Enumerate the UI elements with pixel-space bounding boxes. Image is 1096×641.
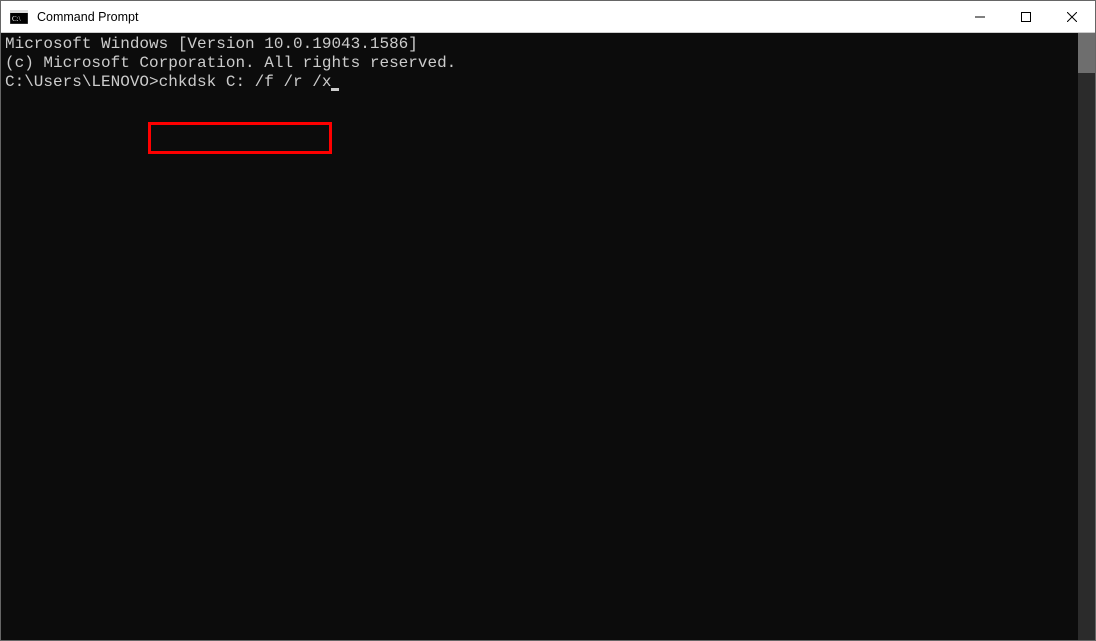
maximize-button[interactable] [1003, 1, 1049, 32]
minimize-icon [975, 12, 985, 22]
window-titlebar[interactable]: C:\ Command Prompt [1, 1, 1095, 33]
svg-text:C:\: C:\ [12, 15, 21, 23]
command-prompt-icon: C:\ [9, 9, 29, 25]
close-icon [1067, 12, 1077, 22]
terminal-output[interactable]: Microsoft Windows [Version 10.0.19043.15… [1, 33, 1078, 640]
text-cursor [331, 88, 339, 91]
copyright-line: (c) Microsoft Corporation. All rights re… [5, 54, 1074, 73]
window-title: Command Prompt [37, 10, 138, 24]
close-button[interactable] [1049, 1, 1095, 32]
typed-command: chkdsk C: /f /r /x [159, 73, 332, 91]
minimize-button[interactable] [957, 1, 1003, 32]
version-line: Microsoft Windows [Version 10.0.19043.15… [5, 35, 1074, 54]
prompt-path: C:\Users\LENOVO> [5, 73, 159, 91]
terminal-wrapper: Microsoft Windows [Version 10.0.19043.15… [1, 33, 1095, 640]
maximize-icon [1021, 12, 1031, 22]
scrollbar-thumb[interactable] [1078, 33, 1095, 73]
prompt-line: C:\Users\LENOVO>chkdsk C: /f /r /x [5, 73, 1074, 92]
vertical-scrollbar[interactable] [1078, 33, 1095, 640]
window-controls [957, 1, 1095, 32]
command-prompt-window: C:\ Command Prompt [0, 0, 1096, 641]
